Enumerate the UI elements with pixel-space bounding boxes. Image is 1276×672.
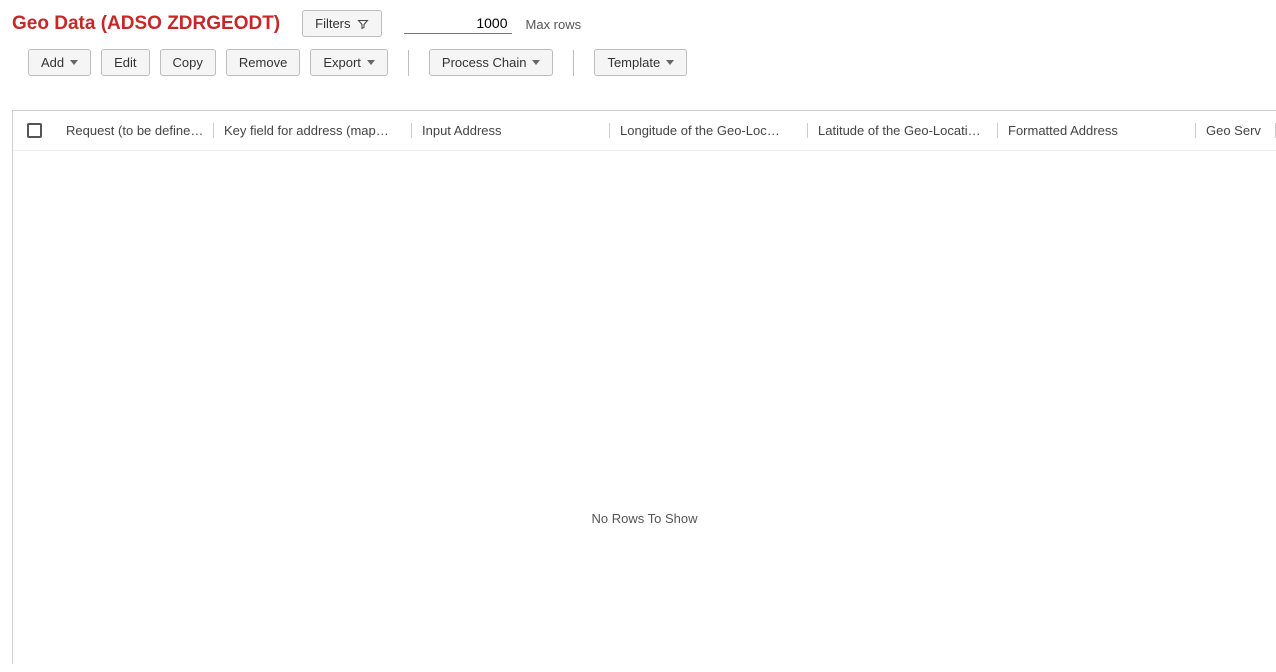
- column-header[interactable]: Formatted Address: [998, 123, 1196, 138]
- caret-down-icon: [367, 60, 375, 65]
- select-all-cell: [13, 123, 56, 138]
- data-grid: Request (to be defined by …Key field for…: [12, 110, 1276, 664]
- toolbar-separator: [408, 50, 409, 76]
- filter-icon: [357, 18, 369, 30]
- caret-down-icon: [70, 60, 78, 65]
- caret-down-icon: [666, 60, 674, 65]
- column-header[interactable]: Geo Serv: [1196, 123, 1276, 138]
- empty-rows-message: No Rows To Show: [13, 511, 1276, 526]
- copy-button[interactable]: Copy: [160, 49, 216, 76]
- column-header[interactable]: Input Address: [412, 123, 610, 138]
- column-header[interactable]: Key field for address (map…: [214, 123, 412, 138]
- caret-down-icon: [532, 60, 540, 65]
- remove-button[interactable]: Remove: [226, 49, 300, 76]
- column-header[interactable]: Longitude of the Geo-Loc…: [610, 123, 808, 138]
- toolbar-separator: [573, 50, 574, 76]
- process-chain-button[interactable]: Process Chain: [429, 49, 554, 76]
- column-header[interactable]: Request (to be defined by …: [56, 123, 214, 138]
- grid-header-row: Request (to be defined by …Key field for…: [13, 111, 1276, 151]
- maxrows-input[interactable]: [404, 13, 512, 34]
- select-all-checkbox[interactable]: [27, 123, 42, 138]
- column-header[interactable]: Latitude of the Geo-Locati…: [808, 123, 998, 138]
- template-button[interactable]: Template: [594, 49, 687, 76]
- filters-button[interactable]: Filters: [302, 10, 381, 37]
- filters-label: Filters: [315, 17, 350, 30]
- add-button[interactable]: Add: [28, 49, 91, 76]
- export-button[interactable]: Export: [310, 49, 388, 76]
- edit-button[interactable]: Edit: [101, 49, 149, 76]
- maxrows-label: Max rows: [526, 17, 582, 34]
- page-title: Geo Data (ADSO ZDRGEODT): [12, 13, 280, 35]
